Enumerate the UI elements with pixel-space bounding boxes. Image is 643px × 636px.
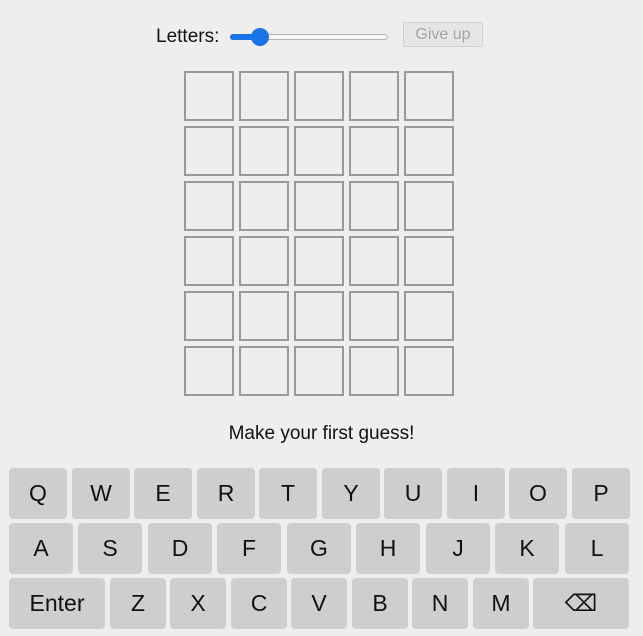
key-y[interactable]: Y: [322, 468, 380, 519]
key-f[interactable]: F: [217, 523, 281, 574]
letter-tile: [349, 71, 399, 121]
give-up-button[interactable]: Give up: [403, 22, 483, 47]
key-j[interactable]: J: [426, 523, 490, 574]
letter-tile: [404, 291, 454, 341]
letter-tile: [294, 346, 344, 396]
key-o[interactable]: O: [509, 468, 567, 519]
key-z[interactable]: Z: [110, 578, 166, 629]
letter-tile: [239, 181, 289, 231]
letter-tile: [349, 346, 399, 396]
key-c[interactable]: C: [231, 578, 287, 629]
key-b[interactable]: B: [352, 578, 408, 629]
key-g[interactable]: G: [287, 523, 351, 574]
letter-tile: [184, 236, 234, 286]
key-m[interactable]: M: [473, 578, 529, 629]
letter-tile: [239, 126, 289, 176]
key-v[interactable]: V: [291, 578, 347, 629]
guess-board: [184, 71, 454, 396]
letter-tile: [294, 291, 344, 341]
backspace-key[interactable]: ⌫: [533, 578, 629, 629]
key-l[interactable]: L: [565, 523, 629, 574]
top-controls: Letters: Give up: [0, 22, 643, 50]
key-w[interactable]: W: [72, 468, 130, 519]
letter-tile: [349, 291, 399, 341]
letter-tile: [184, 126, 234, 176]
key-a[interactable]: A: [9, 523, 73, 574]
letter-tile: [404, 71, 454, 121]
key-d[interactable]: D: [148, 523, 212, 574]
letter-tile: [184, 71, 234, 121]
letter-tile: [239, 71, 289, 121]
letter-tile: [239, 291, 289, 341]
letters-slider[interactable]: [230, 28, 388, 46]
letters-label: Letters:: [156, 26, 220, 47]
letter-tile: [294, 236, 344, 286]
letter-tile: [404, 346, 454, 396]
letters-slider-thumb[interactable]: [251, 28, 269, 46]
letter-tile: [184, 181, 234, 231]
key-t[interactable]: T: [259, 468, 317, 519]
keyboard-row: Enter Z X C V B N M ⌫: [9, 578, 629, 629]
letter-tile: [239, 346, 289, 396]
wordle-app: Letters: Give up Make your first guess! …: [0, 0, 643, 636]
letter-tile: [349, 236, 399, 286]
letter-tile: [404, 236, 454, 286]
key-e[interactable]: E: [134, 468, 192, 519]
letter-tile: [294, 71, 344, 121]
letter-tile: [404, 181, 454, 231]
enter-key[interactable]: Enter: [9, 578, 105, 629]
letter-tile: [349, 126, 399, 176]
letter-tile: [239, 236, 289, 286]
letter-tile: [404, 126, 454, 176]
key-i[interactable]: I: [447, 468, 505, 519]
keyboard-row: QWERTYUIOP: [9, 468, 630, 519]
letter-tile: [294, 181, 344, 231]
key-s[interactable]: S: [78, 523, 142, 574]
keyboard-row: ASDFGHJKL: [9, 523, 629, 574]
key-n[interactable]: N: [412, 578, 468, 629]
key-q[interactable]: Q: [9, 468, 67, 519]
key-r[interactable]: R: [197, 468, 255, 519]
status-message: Make your first guess!: [228, 423, 415, 444]
key-k[interactable]: K: [495, 523, 559, 574]
key-h[interactable]: H: [356, 523, 420, 574]
on-screen-keyboard: Q W E R T Y U I O P A S D F G H J K L Enter Z X C V B N M ⌫: [9, 468, 630, 633]
letter-tile: [184, 291, 234, 341]
letter-tile: [349, 181, 399, 231]
key-p[interactable]: P: [572, 468, 630, 519]
letter-tile: [184, 346, 234, 396]
letter-tile: [294, 126, 344, 176]
key-u[interactable]: U: [384, 468, 442, 519]
key-x[interactable]: X: [170, 578, 226, 629]
